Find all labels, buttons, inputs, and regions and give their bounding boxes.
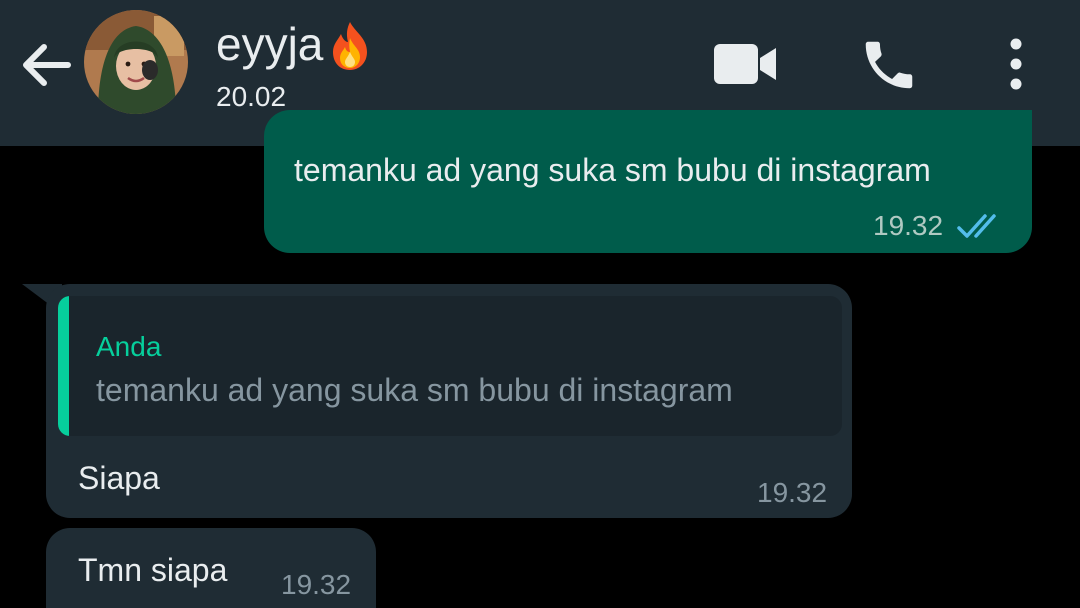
vertical-dots-menu-icon — [1010, 38, 1022, 90]
video-call-button[interactable] — [712, 38, 778, 90]
contact-name[interactable]: eyyja — [216, 14, 375, 74]
quoted-text: temanku ad yang suka sm bubu di instagra… — [96, 372, 733, 408]
chat-screen: eyyja 20.02 temanku ad yang suka sm bubu… — [0, 0, 1080, 608]
profile-photo — [84, 10, 188, 114]
last-seen-status[interactable]: 20.02 — [216, 80, 286, 114]
video-camera-icon — [714, 44, 776, 84]
double-check-read-icon — [957, 214, 996, 238]
contact-name-text: eyyja — [216, 18, 324, 70]
incoming-message-text: Tmn siapa — [78, 552, 228, 588]
back-button[interactable] — [16, 34, 78, 96]
quoted-author: Anda — [96, 331, 162, 362]
outgoing-message-time: 19.32 — [873, 210, 944, 241]
quoted-message[interactable]: Anda temanku ad yang suka sm bubu di ins… — [58, 296, 842, 436]
phone-icon — [865, 41, 913, 89]
quote-accent-bar — [58, 296, 69, 436]
incoming-message-time: 19.32 — [757, 477, 828, 508]
fire-emoji-icon — [325, 14, 375, 74]
outgoing-message-text: temanku ad yang suka sm bubu di instagra… — [294, 152, 931, 188]
incoming-message-text: Siapa — [78, 460, 160, 496]
voice-call-button[interactable] — [858, 34, 920, 96]
avatar[interactable] — [84, 10, 188, 114]
incoming-message-time: 19.32 — [281, 569, 352, 600]
more-options-button[interactable] — [996, 32, 1036, 96]
arrow-left-icon — [23, 44, 71, 86]
